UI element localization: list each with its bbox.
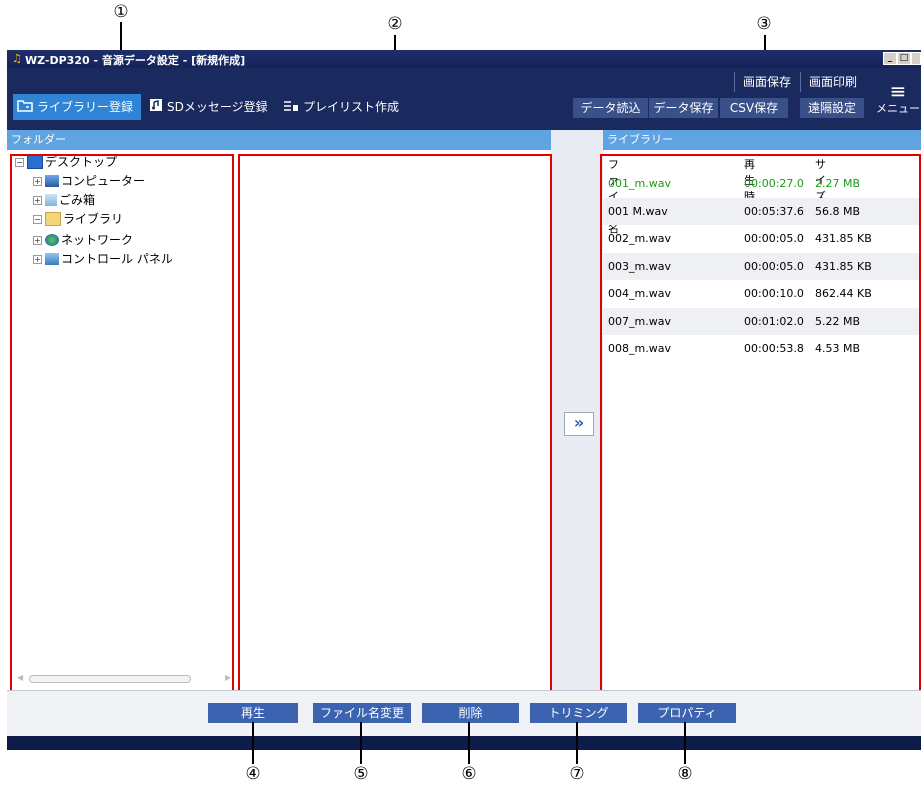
- screen-save-button[interactable]: 画面保存: [734, 72, 799, 92]
- callout-line-5: [360, 722, 362, 764]
- tab-label: ライブラリー登録: [37, 100, 134, 114]
- callout-line-7: [576, 722, 578, 764]
- add-to-library-button[interactable]: »: [564, 412, 594, 436]
- callout-6: ⑥: [461, 764, 477, 784]
- callout-line-8: [684, 722, 686, 764]
- folder-pane-header: フォルダー: [7, 130, 551, 150]
- callout-box-3: [600, 154, 921, 692]
- tab-label: SDメッセージ登録: [167, 100, 268, 114]
- csv-save-button[interactable]: CSV保存: [720, 98, 788, 118]
- library-pane-header: ライブラリー: [603, 130, 921, 150]
- maximize-button[interactable]: □: [897, 52, 911, 65]
- callout-line-4: [252, 722, 254, 764]
- screen-print-button[interactable]: 画面印刷: [800, 72, 865, 92]
- sd-message-icon: [149, 95, 163, 121]
- toolbar-header: ライブラリー登録 SDメッセージ登録 プレイリスト作成 画面保存 画面印刷 デー…: [7, 68, 921, 130]
- tab-label: プレイリスト作成: [303, 100, 400, 114]
- delete-button[interactable]: 削除: [422, 703, 519, 723]
- callout-box-2: [238, 154, 552, 692]
- callout-8: ⑧: [677, 764, 693, 784]
- tab-sd-message[interactable]: SDメッセージ登録: [145, 94, 279, 120]
- menu-button[interactable]: ≡ メニュー: [875, 74, 921, 120]
- play-button[interactable]: 再生: [208, 703, 298, 723]
- rename-file-button[interactable]: ファイル名変更: [313, 703, 411, 723]
- music-note-icon: ♫: [12, 52, 22, 65]
- remote-settings-button[interactable]: 遠隔設定: [800, 98, 864, 118]
- title-bar: ♫ WZ-DP320 - 音源データ設定 - [新規作成] _ □: [7, 50, 921, 68]
- app-window: ♫ WZ-DP320 - 音源データ設定 - [新規作成] _ □ ライブラリー…: [7, 50, 921, 750]
- menu-label: メニュー: [876, 102, 920, 115]
- bottom-toolbar: 再生 ファイル名変更 削除 トリミング プロパティ: [7, 690, 921, 737]
- callout-line-6: [468, 722, 470, 764]
- trimming-button[interactable]: トリミング: [530, 703, 627, 723]
- data-load-button[interactable]: データ読込: [573, 98, 648, 118]
- callout-1: ①: [113, 2, 129, 22]
- properties-button[interactable]: プロパティ: [638, 703, 736, 723]
- tab-playlist[interactable]: プレイリスト作成: [279, 94, 409, 120]
- tab-library-registration[interactable]: ライブラリー登録: [13, 94, 141, 120]
- playlist-icon: [283, 95, 299, 121]
- window-title: WZ-DP320 - 音源データ設定 - [新規作成]: [25, 54, 246, 67]
- status-bar: [7, 736, 921, 750]
- callout-7: ⑦: [569, 764, 585, 784]
- callout-2: ②: [387, 14, 403, 34]
- data-save-button[interactable]: データ保存: [649, 98, 718, 118]
- transfer-gutter: [551, 130, 603, 690]
- library-icon: [17, 95, 33, 121]
- callout-5: ⑤: [353, 764, 369, 784]
- hamburger-icon: ≡: [889, 79, 907, 103]
- minimize-button[interactable]: _: [883, 52, 897, 65]
- callout-3: ③: [756, 14, 772, 34]
- callout-box-1: [10, 154, 234, 692]
- close-button[interactable]: [911, 52, 921, 65]
- callout-4: ④: [245, 764, 261, 784]
- main-content: フォルダー − デスクトップ + コンピューター + ごみ箱 − ライブラリ +…: [7, 130, 921, 692]
